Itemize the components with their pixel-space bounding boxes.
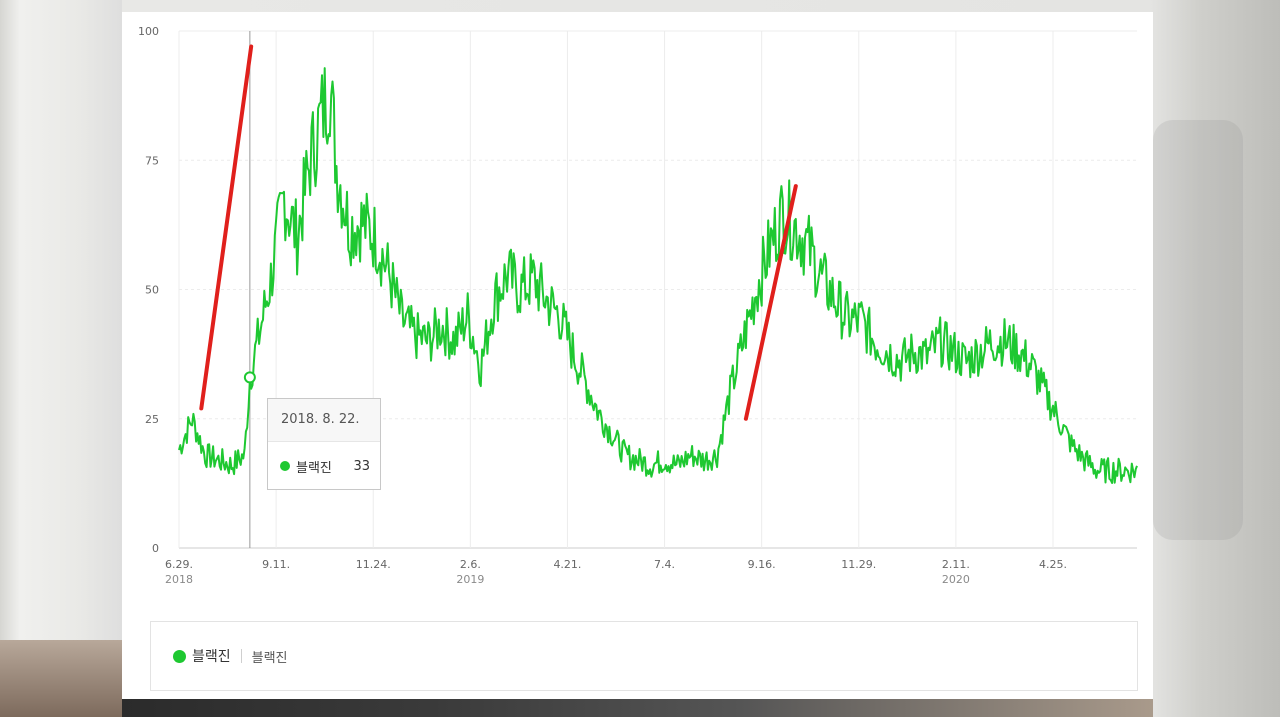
tooltip-series-name: 블랙진 (296, 460, 332, 476)
y-tick-label: 25 (145, 413, 159, 426)
x-tick-label: 2.6. (460, 558, 481, 571)
x-tick-label: 11.29. (841, 558, 876, 571)
chart-tooltip: 2018. 8. 22. 블랙진 33 (267, 398, 381, 490)
y-axis: 0 25 50 75 100 (138, 25, 159, 555)
line-chart: 0 25 50 75 100 6.29. 2018 9.11. 11.24. 2.6. 2019 4… (138, 25, 1138, 586)
x-tick-label: 9.16. (748, 558, 776, 571)
hover-point-marker[interactable] (243, 371, 256, 384)
chart-legend: 블랙진 블랙진 (150, 621, 1138, 691)
background-desk (122, 699, 1153, 717)
background-floor (0, 640, 122, 717)
legend-series-name[interactable]: 블랙진 (192, 646, 231, 666)
x-tick-year: 2019 (456, 573, 484, 586)
y-tick-label: 100 (138, 25, 159, 38)
x-axis: 6.29. 2018 9.11. 11.24. 2.6. 2019 4.21. 7.4. 9.1… (165, 558, 1067, 586)
tooltip-value: 33 (353, 458, 370, 474)
chart-panel: 0 25 50 75 100 6.29. 2018 9.11. 11.24. 2.6. 2019 4… (122, 12, 1153, 699)
x-tick-label: 2.11. (942, 558, 970, 571)
x-tick-label: 11.24. (356, 558, 391, 571)
x-tick-label: 9.11. (262, 558, 290, 571)
x-tick-label: 4.21. (553, 558, 581, 571)
x-tick-label: 7.4. (654, 558, 675, 571)
x-tick-year: 2020 (942, 573, 970, 586)
trend-line (199, 44, 254, 411)
legend-keyword: 블랙진 (251, 650, 288, 666)
x-tick-label: 4.25. (1039, 558, 1067, 571)
background-object (1153, 120, 1243, 540)
y-tick-label: 0 (152, 542, 159, 555)
legend-series-dot[interactable] (173, 649, 186, 663)
tooltip-series-dot (280, 461, 290, 471)
tooltip-date: 2018. 8. 22. (268, 399, 380, 442)
y-tick-label: 50 (145, 284, 159, 297)
legend-divider (240, 649, 242, 663)
y-tick-label: 75 (145, 154, 159, 167)
x-tick-year: 2018 (165, 573, 193, 586)
background-wall (0, 0, 122, 717)
x-tick-label: 6.29. (165, 558, 193, 571)
tooltip-row: 블랙진 33 (268, 442, 380, 490)
